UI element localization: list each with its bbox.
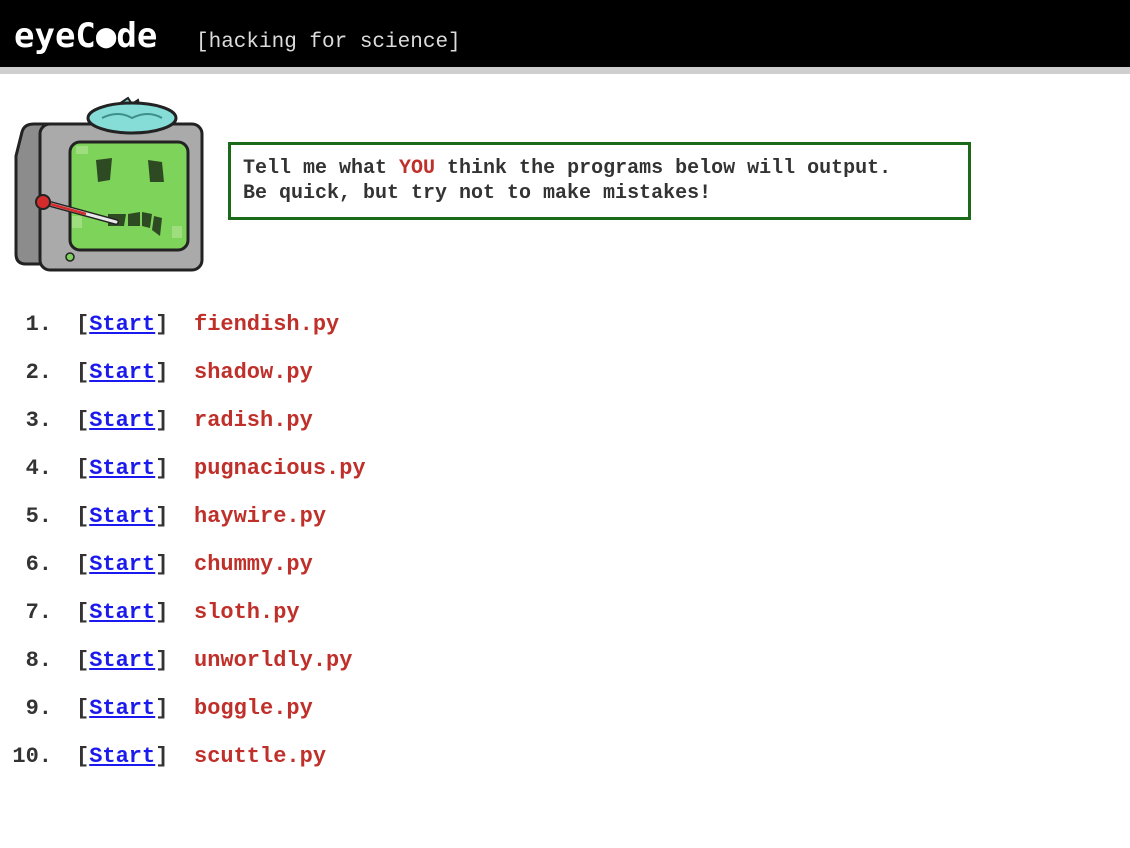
instructions-line-1: Tell me what YOU think the programs belo…: [243, 157, 892, 180]
program-list-item: 5. [Start] haywire.py: [0, 500, 500, 534]
program-list-item: 2. [Start] shadow.py: [0, 356, 500, 390]
start-link[interactable]: Start: [89, 648, 155, 673]
program-filename: pugnacious.py: [194, 456, 366, 481]
item-number: 3.: [25, 408, 52, 433]
you-highlight: YOU: [399, 157, 436, 180]
item-number: 9.: [25, 696, 52, 721]
item-number: 10.: [12, 744, 52, 769]
item-number: 6.: [25, 552, 52, 577]
instructions-box: Tell me what YOU think the programs belo…: [228, 142, 971, 220]
program-filename: scuttle.py: [194, 744, 327, 769]
program-list-item: 4. [Start] pugnacious.py: [0, 452, 500, 486]
program-list-item: 9. [Start] boggle.py: [0, 692, 500, 726]
program-list-item: 1. [Start] fiendish.py: [0, 308, 500, 342]
program-filename: fiendish.py: [194, 312, 340, 337]
item-number: 7.: [25, 600, 52, 625]
start-link[interactable]: Start: [89, 456, 155, 481]
item-number: 1.: [25, 312, 52, 337]
start-link[interactable]: Start: [89, 744, 155, 769]
program-list-item: 6. [Start] chummy.py: [0, 548, 500, 582]
program-list-item: 10. [Start] scuttle.py: [0, 740, 500, 774]
start-link[interactable]: Start: [89, 504, 155, 529]
program-filename: sloth.py: [194, 600, 300, 625]
program-filename: boggle.py: [194, 696, 313, 721]
start-link[interactable]: Start: [89, 552, 155, 577]
item-number: 8.: [25, 648, 52, 673]
start-link[interactable]: Start: [89, 360, 155, 385]
item-number: 4.: [25, 456, 52, 481]
program-list-item: 8. [Start] unworldly.py: [0, 644, 500, 678]
start-link[interactable]: Start: [89, 312, 155, 337]
item-number: 5.: [25, 504, 52, 529]
top-header-bar: eyeC●de [hacking for science]: [0, 0, 1130, 74]
tagline: [hacking for science]: [196, 31, 461, 54]
program-filename: shadow.py: [194, 360, 313, 385]
program-filename: unworldly.py: [194, 648, 353, 673]
start-link[interactable]: Start: [89, 696, 155, 721]
start-link[interactable]: Start: [89, 408, 155, 433]
program-list-item: 7. [Start] sloth.py: [0, 596, 500, 630]
instructions-line-2: Be quick, but try not to make mistakes!: [243, 182, 712, 205]
program-list-item: 3. [Start] radish.py: [0, 404, 500, 438]
item-number: 2.: [25, 360, 52, 385]
program-filename: radish.py: [194, 408, 313, 433]
eyecode-logo[interactable]: eyeC●de: [14, 16, 157, 56]
sick-computer-mascot-icon: [14, 96, 204, 272]
start-link[interactable]: Start: [89, 600, 155, 625]
program-filename: haywire.py: [194, 504, 327, 529]
program-filename: chummy.py: [194, 552, 313, 577]
